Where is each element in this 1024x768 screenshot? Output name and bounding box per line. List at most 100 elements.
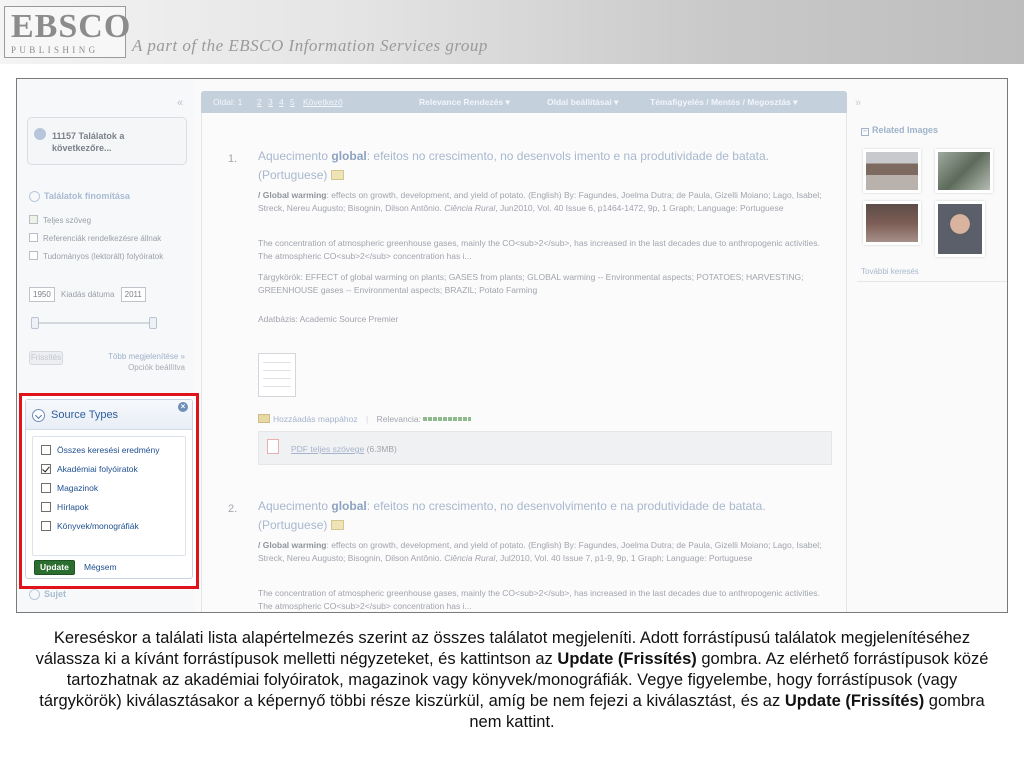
chevron-circle-icon — [29, 191, 40, 203]
refine-fulltext[interactable]: Teljes szöveg — [29, 215, 91, 225]
banner-tagline: A part of the EBSCO Information Services… — [132, 36, 488, 55]
subject-label: Sujet — [44, 589, 67, 599]
result-abstract: The concentration of atmospheric greenho… — [258, 588, 820, 611]
show-more-link[interactable]: Több megjelenítése » — [77, 351, 185, 362]
checkbox[interactable] — [41, 502, 51, 512]
result-number: 1. — [228, 153, 238, 165]
checkbox-checked[interactable] — [41, 464, 51, 474]
page-link-4[interactable]: 4 — [279, 97, 284, 107]
result-title-link[interactable]: Aquecimento global: efeitos no crescimen… — [258, 497, 818, 535]
refine-item-label: Teljes szöveg — [43, 216, 92, 225]
refine-item-label: Tudományos (lektorált) folyóiratok — [43, 252, 164, 261]
date-from-input[interactable]: 1950 — [29, 287, 55, 302]
source-type-label: Magazinok — [57, 483, 99, 493]
related-images-title: Related Images — [872, 125, 939, 135]
source-type-label: Összes keresési eredmény — [57, 445, 160, 455]
citation-bold: / Global warming — [258, 190, 327, 200]
next-page-link[interactable]: Következő — [303, 97, 343, 107]
slide-banner: EBSCO PUBLISHING A part of the EBSCO Inf… — [0, 0, 1024, 64]
page-label: Oldal: 1 — [213, 97, 243, 107]
date-to-input[interactable]: 2011 — [120, 287, 146, 302]
document-thumbnail[interactable] — [258, 353, 296, 397]
pdf-size: (6.3MB) — [366, 444, 397, 454]
preview-icon[interactable] — [330, 170, 344, 180]
date-slider[interactable] — [31, 317, 157, 329]
refine-item-label: Referenciák rendelkezésre állnak — [43, 234, 162, 243]
result-database: Adatbázis: Academic Source Premier — [258, 314, 399, 324]
related-image-3[interactable] — [863, 201, 921, 245]
checkbox[interactable] — [29, 215, 38, 224]
page-link-5[interactable]: 5 — [290, 97, 295, 107]
source-types-header[interactable]: Source Types × — [26, 400, 192, 430]
relevance-label: Relevancia: — [376, 414, 421, 424]
source-type-newspapers[interactable]: Hírlapok — [41, 502, 89, 512]
source-types-panel: Source Types × Összes keresési eredmény … — [25, 399, 193, 579]
publication-date-row: 1950 Kiadás dátuma 2011 — [29, 287, 146, 302]
preview-icon[interactable] — [330, 520, 344, 530]
logo-subtitle: PUBLISHING — [11, 45, 99, 55]
title-part: Aquecimento — [258, 499, 332, 513]
options-set-link[interactable]: Opciók beállítva — [77, 362, 185, 373]
collapse-right-icon[interactable]: » — [855, 97, 861, 109]
result-number: 2. — [228, 503, 238, 515]
right-panel: » – Related Images További keresés — [847, 79, 1007, 612]
result-actions: Hozzáadás mappához | Relevancia: — [258, 414, 472, 424]
source-type-academic[interactable]: Akadémiai folyóiratok — [41, 464, 138, 474]
slide-caption: Kereséskor a találati lista alapértelmez… — [24, 628, 1000, 733]
checkbox[interactable] — [41, 521, 51, 531]
date-label: Kiadás dátuma — [61, 290, 115, 299]
folder-icon — [258, 414, 270, 423]
share-dropdown[interactable]: Témafigyelés / Mentés / Megosztás ▾ — [650, 97, 797, 108]
ebsco-screenshot: « 11157 Találatok a következőre... Talál… — [16, 78, 1008, 613]
citation-journal[interactable]: Ciência Rural — [444, 553, 495, 563]
citation-tail: , Jul2010, Vol. 40 Issue 7, p1-9, 9p, 1 … — [495, 553, 753, 563]
checkbox[interactable] — [29, 233, 38, 242]
related-image-4[interactable] — [935, 201, 985, 257]
citation-bold: / Global warming — [258, 540, 327, 550]
slider-track — [37, 322, 151, 324]
source-types-list: Összes keresési eredmény Akadémiai folyó… — [32, 436, 186, 556]
slider-handle-left[interactable] — [31, 317, 39, 329]
page-link-2[interactable]: 2 — [257, 97, 262, 107]
related-image-1[interactable] — [863, 149, 921, 193]
page-link-3[interactable]: 3 — [268, 97, 273, 107]
checkbox[interactable] — [41, 445, 51, 455]
pdf-icon — [267, 439, 279, 454]
cancel-link[interactable]: Mégsem — [84, 562, 117, 572]
pdf-fulltext-bar: PDF teljes szövege (6.3MB) — [258, 431, 832, 465]
result-citation: / Global warming: effects on growth, dev… — [258, 539, 832, 565]
checkbox[interactable] — [41, 483, 51, 493]
add-to-folder-link[interactable]: Hozzáadás mappához — [273, 414, 358, 424]
source-type-books[interactable]: Könyvek/monográfiák — [41, 521, 139, 531]
more-search-link[interactable]: További keresés — [861, 267, 919, 276]
logo-wordmark: EBSCO — [11, 8, 132, 45]
related-image-2[interactable] — [935, 149, 993, 193]
chevron-circle-icon — [29, 589, 40, 601]
close-icon[interactable]: × — [178, 402, 188, 412]
refine-update-button[interactable]: Frissítés — [29, 351, 63, 365]
source-type-label: Hírlapok — [57, 502, 89, 512]
pdf-fulltext-link[interactable]: PDF teljes szövege (6.3MB) — [291, 444, 397, 454]
subject-facet-header[interactable]: Sujet — [29, 589, 67, 601]
citation-journal[interactable]: Ciência Rural — [444, 203, 495, 213]
refine-references[interactable]: Referenciák rendelkezésre állnak — [29, 233, 161, 243]
collapse-left-icon[interactable]: « — [177, 97, 183, 109]
update-button[interactable]: Update — [34, 560, 75, 575]
source-type-all[interactable]: Összes keresési eredmény — [41, 445, 160, 455]
slider-handle-right[interactable] — [149, 317, 157, 329]
next-results-box[interactable]: 11157 Találatok a következőre... — [27, 117, 187, 165]
title-highlight: global — [331, 499, 367, 513]
sort-dropdown[interactable]: Relevance Rendezés ▾ — [419, 97, 510, 108]
results-toolbar: Oldal: 1 2 3 4 5 Következő Relevance Ren… — [201, 91, 847, 113]
page-options-dropdown[interactable]: Oldal beállításai ▾ — [547, 97, 618, 108]
chevron-down-icon[interactable] — [32, 409, 45, 422]
result-abstract: The concentration of atmospheric greenho… — [258, 238, 820, 261]
divider — [857, 281, 1007, 282]
result-title-link[interactable]: Aquecimento global: efeitos no crescimen… — [258, 147, 818, 185]
checkbox[interactable] — [29, 251, 38, 260]
source-type-magazines[interactable]: Magazinok — [41, 483, 98, 493]
source-type-label: Akadémiai folyóiratok — [57, 464, 138, 474]
refine-peer-reviewed[interactable]: Tudományos (lektorált) folyóiratok — [29, 251, 179, 262]
related-images-header[interactable]: – Related Images — [861, 125, 938, 136]
refine-results-header[interactable]: Találatok finomítása — [29, 191, 130, 203]
